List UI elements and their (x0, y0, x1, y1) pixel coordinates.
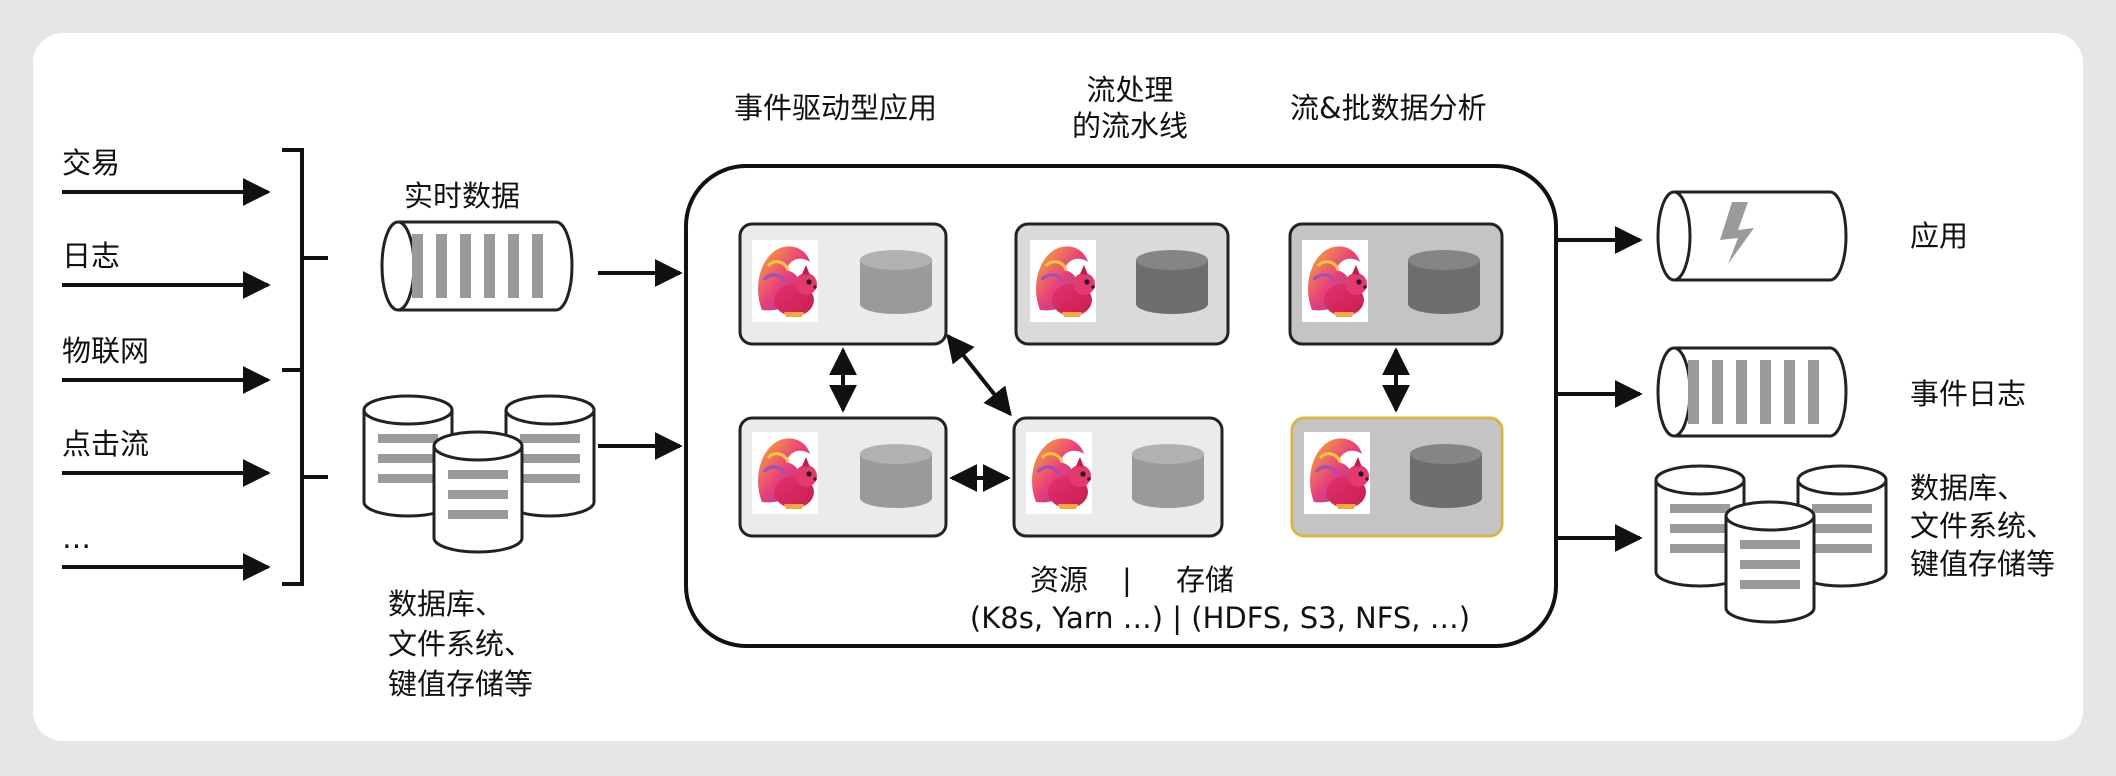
flink-squirrel-icon (1302, 430, 1372, 516)
state-storage-icon (1408, 250, 1480, 314)
resources-storage-detail: (K8s, Yarn …) | (HDFS, S3, NFS, …) (969, 601, 1471, 635)
analytics-heading: 流&批数据分析 (1290, 91, 1487, 125)
state-storage-icon (860, 444, 932, 508)
event-driven-heading: 事件驱动型应用 (734, 91, 938, 125)
footer-separator: | (1122, 563, 1132, 597)
input-db-label-line3: 键值存储等 (388, 667, 534, 701)
state-storage-icon (1410, 444, 1482, 508)
flink-squirrel-icon (1300, 238, 1370, 324)
state-storage-icon (860, 250, 932, 314)
input-db-label-line1: 数据库、 (388, 587, 505, 621)
state-storage-icon (1136, 250, 1208, 314)
flink-squirrel-icon (1028, 238, 1098, 324)
source-clickstream-label: 点击流 (62, 427, 150, 461)
source-more-label: … (62, 521, 91, 555)
state-storage-icon (1132, 444, 1204, 508)
storage-label: 存储 (1176, 563, 1235, 597)
realtime-queue-icon (380, 220, 574, 312)
source-log-label: 日志 (62, 239, 121, 273)
pipeline-heading-line1: 流处理 (1086, 73, 1174, 107)
event-log-icon (1656, 346, 1848, 438)
output-app-label: 应用 (1910, 219, 1969, 253)
flink-node-5 (1012, 416, 1224, 538)
flink-node-3 (1288, 222, 1504, 346)
flink-squirrel-icon (750, 238, 820, 324)
flink-node-4 (738, 416, 948, 538)
realtime-data-label: 实时数据 (404, 179, 521, 213)
flink-squirrel-icon (1024, 430, 1094, 516)
flink-node-6 (1290, 416, 1504, 538)
output-db-label-line2: 文件系统、 (1910, 509, 2056, 543)
resources-label: 资源 (1030, 563, 1089, 597)
flink-node-1 (738, 222, 948, 346)
input-db-label-line2: 文件系统、 (388, 627, 534, 661)
source-trade-label: 交易 (62, 146, 121, 180)
application-icon (1656, 190, 1848, 282)
flink-node-2 (1014, 222, 1230, 346)
output-event-log-label: 事件日志 (1910, 377, 2027, 411)
pipeline-heading-line2: 的流水线 (1071, 109, 1188, 143)
output-db-label-line1: 数据库、 (1910, 471, 2027, 505)
output-db-label-line3: 键值存储等 (1910, 547, 2056, 581)
source-iot-label: 物联网 (62, 334, 150, 368)
flink-squirrel-icon (750, 430, 820, 516)
architecture-diagram: 交易 日志 物联网 点击流 … 实时数据 数据库、 文件系统、 键值存储等 事件… (0, 0, 2116, 776)
